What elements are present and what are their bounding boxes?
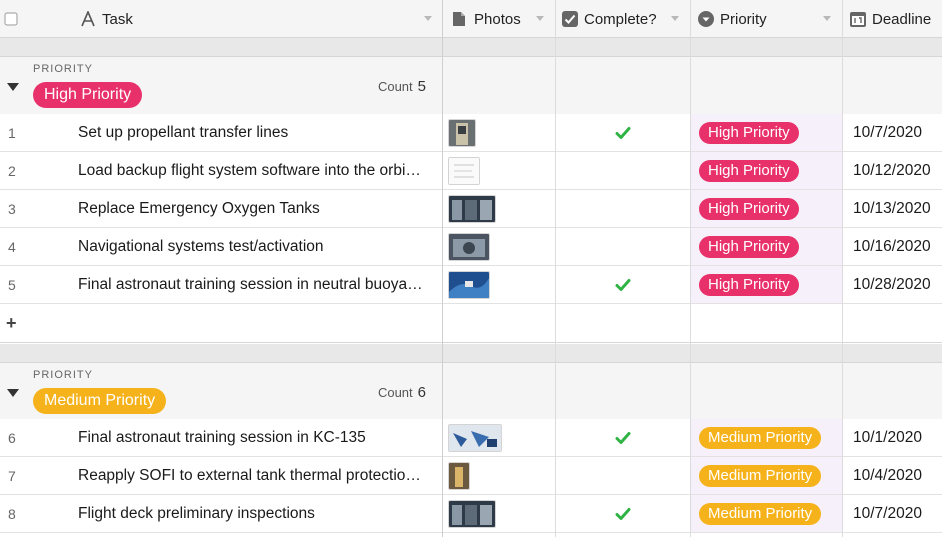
photo-thumbnail[interactable] xyxy=(448,462,470,490)
photo-thumbnail[interactable] xyxy=(448,424,502,452)
table-row[interactable]: 1 Set up propellant transfer lines High Pr… xyxy=(0,114,942,152)
photo-thumbnail[interactable] xyxy=(448,271,490,299)
column-header-task[interactable]: Task xyxy=(80,0,133,38)
group-value-pill: Medium Priority xyxy=(33,388,167,414)
photo-thumbnail[interactable] xyxy=(448,195,496,223)
complete-checkmark-icon[interactable] xyxy=(614,124,632,142)
table-row[interactable]: 7 Reapply SOFI to external tank thermal p… xyxy=(0,457,942,495)
row-number: 3 xyxy=(8,201,16,217)
column-header-priority[interactable]: Priority xyxy=(698,0,767,38)
group-count-value: 5 xyxy=(417,78,426,95)
photo-thumbnail[interactable] xyxy=(448,119,476,147)
group-field-label: PRIORITY xyxy=(33,369,93,381)
row-number: 8 xyxy=(8,506,16,522)
group-field-label: PRIORITY xyxy=(33,63,93,75)
group-header-medium-priority[interactable]: PRIORITY Medium Priority Count 6 xyxy=(0,363,942,421)
chevron-down-icon[interactable] xyxy=(823,16,831,21)
row-number: 4 xyxy=(8,239,16,255)
row-number: 7 xyxy=(8,468,16,484)
column-label: Complete? xyxy=(584,10,657,28)
column-header-complete[interactable]: Complete? xyxy=(562,0,657,38)
attachment-icon xyxy=(452,11,468,27)
calendar-icon xyxy=(850,11,866,27)
records-grid: Task Photos Complete? Priority Deadline … xyxy=(0,0,942,537)
task-cell[interactable]: Navigational systems test/activation xyxy=(78,238,438,256)
column-label: Deadline xyxy=(872,10,932,28)
priority-pill: High Priority xyxy=(699,198,799,220)
photo-thumbnail[interactable] xyxy=(448,500,496,528)
photo-thumbnail[interactable] xyxy=(448,157,480,185)
column-label: Photos xyxy=(474,10,521,28)
table-row[interactable]: 5 Final astronaut training session in neu… xyxy=(0,266,942,304)
row-number: 1 xyxy=(8,125,16,141)
checkbox-icon xyxy=(562,11,578,27)
task-cell[interactable]: Load backup flight system software into … xyxy=(78,162,438,180)
table-row[interactable]: 2 Load backup flight system software into… xyxy=(0,152,942,190)
deadline-cell[interactable]: 10/7/2020 xyxy=(853,124,922,142)
task-cell[interactable]: Set up propellant transfer lines xyxy=(78,124,438,142)
group-count: Count 6 xyxy=(378,384,426,401)
chevron-down-icon[interactable] xyxy=(671,16,679,21)
table-row[interactable]: 6 Final astronaut training session in KC-… xyxy=(0,419,942,457)
single-select-icon xyxy=(698,11,714,27)
task-cell[interactable]: Replace Emergency Oxygen Tanks xyxy=(78,200,438,218)
chevron-down-icon[interactable] xyxy=(536,16,544,21)
task-cell[interactable]: Reapply SOFI to external tank thermal pr… xyxy=(78,467,438,485)
column-divider xyxy=(555,0,556,537)
priority-pill: Medium Priority xyxy=(699,465,822,487)
group-count-label: Count xyxy=(377,79,413,94)
select-all-checkbox[interactable] xyxy=(4,0,18,38)
deadline-cell[interactable]: 10/12/2020 xyxy=(853,162,931,180)
table-row[interactable]: 3 Replace Emergency Oxygen Tanks High Prio… xyxy=(0,190,942,228)
photo-thumbnail[interactable] xyxy=(448,233,490,261)
column-header-row: Task Photos Complete? Priority Deadline xyxy=(0,0,942,38)
column-header-photos[interactable]: Photos xyxy=(452,0,521,38)
row-number: 6 xyxy=(8,430,16,446)
row-number: 2 xyxy=(8,163,16,179)
group-spacer xyxy=(0,38,942,57)
text-type-icon xyxy=(80,9,96,27)
deadline-cell[interactable]: 10/4/2020 xyxy=(853,467,922,485)
complete-checkmark-icon[interactable] xyxy=(614,276,632,294)
column-divider xyxy=(690,0,691,537)
deadline-cell[interactable]: 10/13/2020 xyxy=(853,200,931,218)
group-spacer xyxy=(0,344,942,363)
complete-checkmark-icon[interactable] xyxy=(614,429,632,447)
priority-pill: Medium Priority xyxy=(699,427,822,449)
collapse-triangle-icon[interactable] xyxy=(7,83,19,91)
table-row[interactable]: 4 Navigational systems test/activation Hig… xyxy=(0,228,942,266)
chevron-down-icon[interactable] xyxy=(424,16,432,21)
column-divider xyxy=(842,0,843,537)
priority-pill: Medium Priority xyxy=(699,503,822,525)
column-label: Task xyxy=(102,10,133,28)
deadline-cell[interactable]: 10/16/2020 xyxy=(853,238,931,256)
group-count-label: Count xyxy=(377,385,413,400)
priority-pill: High Priority xyxy=(699,274,799,296)
column-divider xyxy=(442,0,443,537)
complete-checkmark-icon[interactable] xyxy=(614,505,632,523)
table-row[interactable]: 8 Flight deck preliminary inspections Medi… xyxy=(0,495,942,533)
priority-pill: High Priority xyxy=(699,122,799,144)
group-header-high-priority[interactable]: PRIORITY High Priority Count 5 xyxy=(0,57,942,115)
task-cell[interactable]: Flight deck preliminary inspections xyxy=(78,505,438,523)
deadline-cell[interactable]: 10/7/2020 xyxy=(853,505,922,523)
column-header-deadline[interactable]: Deadline xyxy=(850,0,931,38)
priority-pill: High Priority xyxy=(699,236,799,258)
group-value-pill: High Priority xyxy=(33,82,143,108)
column-label: Priority xyxy=(720,10,767,28)
group-count-value: 6 xyxy=(417,384,426,401)
task-cell[interactable]: Final astronaut training session in KC-1… xyxy=(78,429,438,447)
deadline-cell[interactable]: 10/1/2020 xyxy=(853,429,922,447)
add-record-row[interactable]: + xyxy=(0,305,942,343)
task-cell[interactable]: Final astronaut training session in neut… xyxy=(78,276,438,294)
priority-pill: High Priority xyxy=(699,160,799,182)
row-number: 5 xyxy=(8,277,16,293)
collapse-triangle-icon[interactable] xyxy=(7,389,19,397)
deadline-cell[interactable]: 10/28/2020 xyxy=(853,276,931,294)
add-record-icon[interactable]: + xyxy=(6,313,17,334)
group-count: Count 5 xyxy=(378,78,426,95)
